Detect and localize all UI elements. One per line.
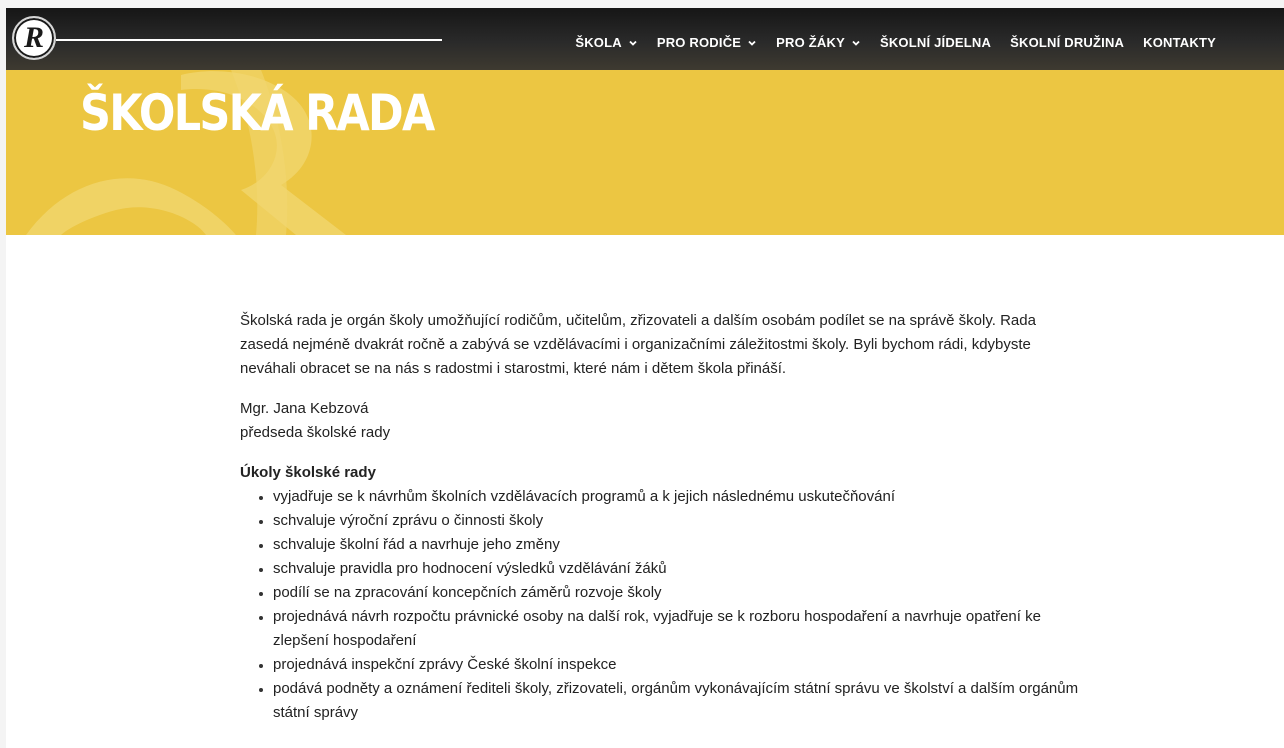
nav-item-skola[interactable]: ŠKOLA xyxy=(575,35,638,50)
logo-underline xyxy=(56,39,442,41)
intro-paragraph: Školská rada je orgán školy umožňující r… xyxy=(240,312,1036,377)
nav-item-kontakty[interactable]: KONTAKTY xyxy=(1143,35,1216,50)
list-item: podává podněty a oznámení řediteli školy… xyxy=(256,677,1080,725)
list-item: schvaluje školní řád a navrhuje jeho změ… xyxy=(256,533,1080,557)
list-item: projednává inspekční zprávy České školní… xyxy=(256,653,1080,677)
main-content: Školská rada je orgán školy umožňující r… xyxy=(240,309,1080,725)
nav-item-skolni-jidelna[interactable]: ŠKOLNÍ JÍDELNA xyxy=(880,35,991,50)
logo[interactable]: R xyxy=(12,16,56,60)
logo-letter: R xyxy=(23,21,44,54)
nav-item-label: ŠKOLNÍ JÍDELNA xyxy=(879,35,992,50)
hero-banner: ŠKOLSKÁ RADA xyxy=(6,70,1284,235)
nav-item-label: KONTAKTY xyxy=(1143,35,1216,50)
site-header: R ŠKOLA PRO RODIČE PRO ŽÁKY ŠKOLNÍ JÍDEL… xyxy=(6,8,1284,70)
page-title: ŠKOLSKÁ RADA xyxy=(80,84,435,142)
tasks-heading: Úkoly školské rady xyxy=(240,464,376,481)
main-nav: ŠKOLA PRO RODIČE PRO ŽÁKY ŠKOLNÍ JÍDELNA… xyxy=(575,35,1216,50)
signature-role: předseda školské rady xyxy=(240,424,391,441)
list-item: podílí se na zpracování koncepčních zámě… xyxy=(256,581,1080,605)
nav-item-label: PRO ŽÁKY xyxy=(776,35,845,50)
chevron-down-icon xyxy=(629,40,637,46)
chevron-down-icon xyxy=(852,40,860,46)
signature-name: Mgr. Jana Kebzová xyxy=(240,400,369,417)
nav-item-label: ŠKOLNÍ DRUŽINA xyxy=(1010,35,1125,50)
list-item: projednává návrh rozpočtu právnické osob… xyxy=(256,605,1080,653)
page: R ŠKOLA PRO RODIČE PRO ŽÁKY ŠKOLNÍ JÍDEL… xyxy=(6,8,1284,748)
list-item: vyjadřuje se k návrhům školních vzděláva… xyxy=(256,485,1080,509)
nav-item-pro-zaky[interactable]: PRO ŽÁKY xyxy=(776,35,861,50)
nav-item-label: ŠKOLA xyxy=(575,35,622,50)
signature: Mgr. Jana Kebzová předseda školské rady xyxy=(240,397,1080,445)
list-item: schvaluje pravidla pro hodnocení výsledk… xyxy=(256,557,1080,581)
nav-item-skolni-druzina[interactable]: ŠKOLNÍ DRUŽINA xyxy=(1010,35,1124,50)
nav-item-pro-rodice[interactable]: PRO RODIČE xyxy=(657,35,757,50)
chevron-down-icon xyxy=(748,40,756,46)
list-item: schvaluje výroční zprávu o činnosti škol… xyxy=(256,509,1080,533)
tasks-list: vyjadřuje se k návrhům školních vzděláva… xyxy=(256,485,1080,725)
nav-item-label: PRO RODIČE xyxy=(656,35,742,50)
